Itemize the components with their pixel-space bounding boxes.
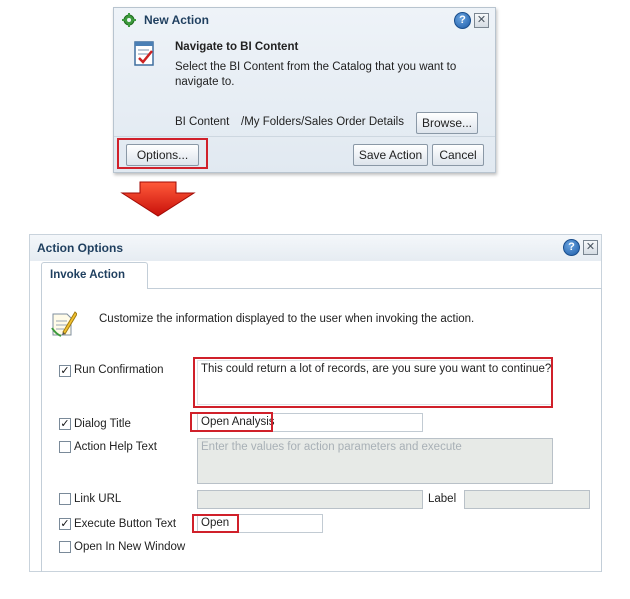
link-url-label: Link URL: [74, 493, 122, 505]
save-action-button[interactable]: Save Action: [353, 144, 428, 166]
execute-button-text-label: Execute Button Text: [74, 518, 177, 530]
link-url-checkbox[interactable]: [59, 493, 71, 505]
options-highlight: [117, 138, 208, 169]
open-in-new-window-checkbox[interactable]: [59, 541, 71, 553]
execute-button-text-highlight: [192, 514, 239, 533]
dialog-title: New Action: [144, 13, 209, 27]
execute-button-text-checkbox[interactable]: ✓: [59, 518, 71, 530]
document-icon: [133, 41, 157, 67]
run-confirmation-label: Run Confirmation: [74, 364, 164, 376]
dialog-title: Action Options: [37, 241, 123, 255]
tab-label: Invoke Action: [50, 269, 125, 281]
bi-content-label: BI Content: [175, 116, 230, 128]
link-url-input[interactable]: [197, 490, 423, 509]
label-field-label: Label: [428, 493, 457, 505]
action-help-text-label: Action Help Text: [74, 441, 157, 453]
gear-icon: [122, 13, 136, 27]
edit-icon: [49, 308, 78, 338]
close-icon[interactable]: ✕: [474, 13, 489, 28]
dialog-heading: Navigate to BI Content: [175, 41, 299, 53]
run-confirmation-highlight: [193, 357, 553, 408]
bi-content-path: /My Folders/Sales Order Details: [241, 116, 404, 128]
tab-invoke-action[interactable]: Invoke Action: [41, 262, 148, 289]
action-help-text-checkbox[interactable]: [59, 441, 71, 453]
action-help-text-input[interactable]: Enter the values for action parameters a…: [197, 438, 553, 484]
open-in-new-window-label: Open In New Window: [74, 541, 186, 553]
dialog-title-checkbox[interactable]: ✓: [59, 418, 71, 430]
dialog-description: Select the BI Content from the Catalog t…: [175, 61, 457, 88]
dialog-title-highlight: [190, 412, 273, 432]
label-input[interactable]: [464, 490, 590, 509]
dialog-footer: [114, 136, 495, 137]
browse-button[interactable]: Browse...: [416, 112, 478, 134]
intro-text: Customize the information displayed to t…: [99, 313, 475, 325]
help-icon[interactable]: ?: [454, 12, 471, 29]
help-icon[interactable]: ?: [563, 239, 580, 256]
close-icon[interactable]: ✕: [583, 240, 598, 255]
run-confirmation-checkbox[interactable]: ✓: [59, 365, 71, 377]
down-arrow-icon: [120, 181, 196, 217]
cancel-button[interactable]: Cancel: [432, 144, 484, 166]
dialog-title-label: Dialog Title: [74, 418, 131, 430]
